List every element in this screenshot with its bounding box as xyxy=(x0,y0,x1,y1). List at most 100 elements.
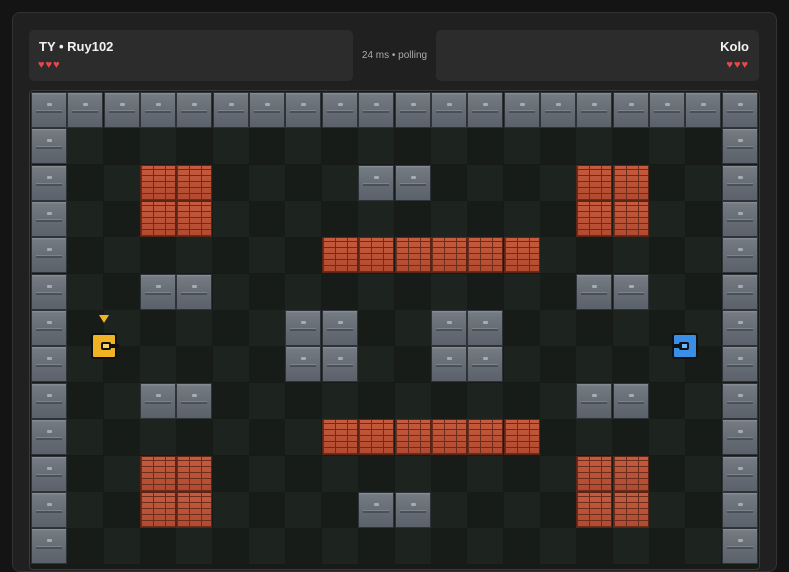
floor-tile xyxy=(576,419,613,456)
floor-tile xyxy=(394,201,431,238)
floor-tile xyxy=(212,237,249,274)
floor-tile xyxy=(503,164,540,201)
floor-tile xyxy=(467,273,504,310)
floor-tile xyxy=(358,310,395,347)
floor-tile xyxy=(430,455,467,492)
floor-tile xyxy=(103,128,140,165)
floor-tile xyxy=(685,237,722,274)
floor-tile xyxy=(503,201,540,238)
steel-wall-tile xyxy=(539,92,576,128)
brick-wall-tile xyxy=(140,164,177,201)
floor-tile xyxy=(67,128,104,165)
floor-tile xyxy=(285,237,322,274)
floor-tile xyxy=(430,491,467,528)
floor-tile xyxy=(249,346,286,383)
floor-tile xyxy=(358,273,395,310)
floor-tile xyxy=(285,491,322,528)
floor-tile xyxy=(358,201,395,238)
floor-tile xyxy=(321,273,358,310)
floor-tile xyxy=(103,491,140,528)
steel-wall-tile xyxy=(285,346,322,383)
floor-tile xyxy=(539,128,576,165)
floor-tile xyxy=(249,419,286,456)
floor-tile xyxy=(648,528,685,565)
floor-tile xyxy=(321,201,358,238)
floor-tile xyxy=(539,273,576,310)
floor-tile xyxy=(103,419,140,456)
steel-wall-tile xyxy=(648,92,685,128)
player-right-name: Kolo xyxy=(720,39,749,54)
player-left-panel: TY • Ruy102 ♥♥♥ xyxy=(29,30,353,81)
floor-tile xyxy=(285,164,322,201)
brick-wall-tile xyxy=(176,455,213,492)
floor-tile xyxy=(103,237,140,274)
brick-wall-tile xyxy=(467,419,504,456)
floor-tile xyxy=(394,128,431,165)
floor-tile xyxy=(140,128,177,165)
steel-wall-tile xyxy=(467,92,504,128)
steel-wall-tile xyxy=(430,346,467,383)
steel-wall-tile xyxy=(721,455,758,492)
floor-tile xyxy=(539,310,576,347)
floor-tile xyxy=(430,164,467,201)
steel-wall-tile xyxy=(285,92,322,128)
steel-wall-tile xyxy=(321,346,358,383)
floor-tile xyxy=(612,310,649,347)
brick-wall-tile xyxy=(430,237,467,274)
steel-wall-tile xyxy=(721,164,758,201)
floor-tile xyxy=(212,455,249,492)
opponent-tank-blue xyxy=(672,333,698,359)
floor-tile xyxy=(612,237,649,274)
game-board[interactable] xyxy=(29,90,760,570)
brick-wall-tile xyxy=(576,455,613,492)
steel-wall-tile xyxy=(31,346,67,383)
steel-wall-tile xyxy=(31,528,67,565)
floor-tile xyxy=(648,164,685,201)
floor-tile xyxy=(685,164,722,201)
brick-wall-tile xyxy=(430,419,467,456)
floor-tile xyxy=(430,128,467,165)
floor-tile xyxy=(140,310,177,347)
steel-wall-tile xyxy=(394,491,431,528)
steel-wall-tile xyxy=(67,92,104,128)
floor-tile xyxy=(103,382,140,419)
floor-tile xyxy=(648,382,685,419)
steel-wall-tile xyxy=(176,273,213,310)
steel-wall-tile xyxy=(140,382,177,419)
player-tank-yellow xyxy=(91,333,119,359)
brick-wall-tile xyxy=(394,237,431,274)
floor-tile xyxy=(176,237,213,274)
floor-tile xyxy=(67,455,104,492)
brick-wall-tile xyxy=(140,491,177,528)
steel-wall-tile xyxy=(721,346,758,383)
floor-tile xyxy=(685,382,722,419)
floor-tile xyxy=(67,528,104,565)
floor-tile xyxy=(430,273,467,310)
floor-tile xyxy=(176,528,213,565)
floor-tile xyxy=(539,164,576,201)
floor-tile xyxy=(285,201,322,238)
floor-tile xyxy=(212,273,249,310)
floor-tile xyxy=(67,491,104,528)
floor-tile xyxy=(140,419,177,456)
floor-tile xyxy=(212,164,249,201)
floor-tile xyxy=(358,346,395,383)
steel-wall-tile xyxy=(721,201,758,238)
brick-wall-tile xyxy=(321,419,358,456)
floor-tile xyxy=(212,201,249,238)
steel-wall-tile xyxy=(31,273,67,310)
steel-wall-tile xyxy=(721,419,758,456)
floor-tile xyxy=(685,273,722,310)
floor-tile xyxy=(285,273,322,310)
steel-wall-tile xyxy=(285,310,322,347)
floor-tile xyxy=(249,128,286,165)
floor-tile xyxy=(539,201,576,238)
steel-wall-tile xyxy=(721,273,758,310)
floor-tile xyxy=(67,382,104,419)
floor-tile xyxy=(503,491,540,528)
steel-wall-tile xyxy=(321,310,358,347)
steel-wall-tile xyxy=(31,201,67,238)
floor-tile xyxy=(539,237,576,274)
steel-wall-tile xyxy=(576,382,613,419)
floor-tile xyxy=(685,528,722,565)
